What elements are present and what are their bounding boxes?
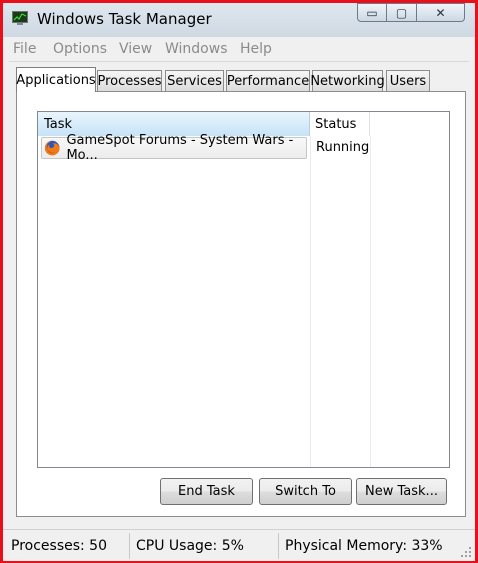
sort-ascending-icon: ˄ <box>168 111 173 118</box>
maximize-button[interactable]: ▢ <box>387 3 417 22</box>
menu-windows[interactable]: Windows <box>165 41 228 57</box>
applications-panel: ˄ Task Status GameSpot Forums - System W… <box>16 91 466 517</box>
close-icon: ✕ <box>435 5 446 20</box>
tab-services[interactable]: Services <box>165 70 224 91</box>
menu-help[interactable]: Help <box>240 41 272 57</box>
minimize-button[interactable]: ▭ <box>357 3 387 22</box>
column-header-task-label: Task <box>44 116 73 132</box>
minimize-icon: ▭ <box>366 5 378 20</box>
menu-file[interactable]: File <box>13 41 36 57</box>
resize-grip-icon[interactable] <box>460 546 472 558</box>
close-button[interactable]: ✕ <box>417 3 465 22</box>
menu-view[interactable]: View <box>119 41 152 57</box>
physical-memory: Physical Memory: 33% <box>285 537 443 554</box>
task-cell[interactable]: GameSpot Forums - System Wars - Mo... <box>41 133 307 163</box>
tab-networking[interactable]: Networking <box>310 70 385 91</box>
task-manager-window: Windows Task Manager ▭ ▢ ✕ File Options … <box>0 0 478 563</box>
end-task-button[interactable]: End Task <box>160 478 253 505</box>
title-bar[interactable]: Windows Task Manager ▭ ▢ ✕ <box>3 3 475 37</box>
tab-users[interactable]: Users <box>386 70 430 91</box>
status-bar: Processes: 50 CPU Usage: 5% Physical Mem… <box>3 529 475 561</box>
menu-separator <box>9 61 469 62</box>
window-title: Windows Task Manager <box>37 10 212 28</box>
column-divider <box>370 136 371 467</box>
task-name: GameSpot Forums - System Wars - Mo... <box>66 133 294 163</box>
column-header-status-label: Status <box>315 116 357 132</box>
maximize-icon: ▢ <box>395 5 408 20</box>
switch-to-button[interactable]: Switch To <box>259 478 352 505</box>
tab-processes[interactable]: Processes <box>97 70 162 91</box>
firefox-icon <box>44 140 60 156</box>
column-header-empty <box>370 112 449 136</box>
task-status: Running <box>316 140 370 155</box>
new-task-button[interactable]: New Task... <box>356 478 447 505</box>
tab-applications[interactable]: Applications <box>16 67 96 92</box>
column-divider <box>310 136 311 467</box>
tab-performance[interactable]: Performance <box>226 70 310 91</box>
processes-count: Processes: 50 <box>11 537 107 554</box>
cpu-usage: CPU Usage: 5% <box>136 537 244 554</box>
task-row[interactable]: GameSpot Forums - System Wars - Mo... Ru… <box>41 133 448 163</box>
menu-options[interactable]: Options <box>53 41 107 57</box>
column-header-status[interactable]: Status <box>310 112 370 136</box>
task-list[interactable]: ˄ Task Status GameSpot Forums - System W… <box>37 111 450 468</box>
task-manager-icon <box>12 11 28 25</box>
menu-bar: File Options View Windows Help <box>3 37 475 61</box>
